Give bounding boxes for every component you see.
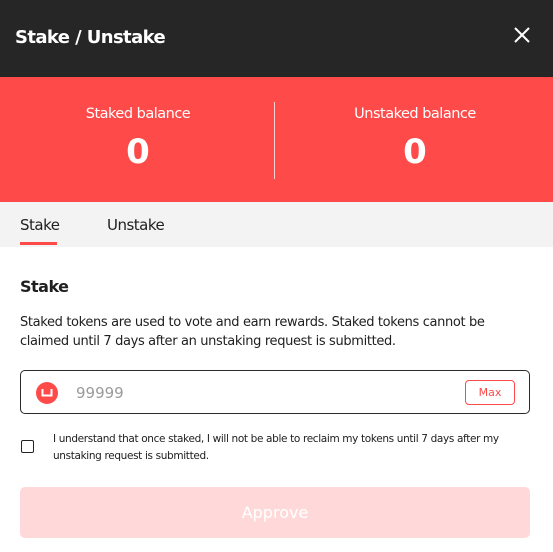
unstaked-balance-label: Unstaked balance xyxy=(354,106,476,122)
balance-divider xyxy=(274,102,275,179)
section-title: Stake xyxy=(20,277,69,296)
unstaked-balance-value: 0 xyxy=(403,132,427,172)
agreement-text: I understand that once staked, I will no… xyxy=(53,433,499,462)
staked-balance-label: Staked balance xyxy=(85,106,191,122)
tab-stake[interactable]: Stake xyxy=(20,216,60,234)
close-icon xyxy=(514,27,530,43)
tab-bar: Stake Unstake xyxy=(0,202,553,247)
staked-balance: Staked balance 0 xyxy=(0,77,276,202)
token-logo-icon xyxy=(36,382,58,404)
modal-header: Stake / Unstake xyxy=(0,0,553,77)
agreement-checkbox[interactable] xyxy=(21,440,34,453)
staked-balance-value: 0 xyxy=(126,132,150,172)
stake-description: Staked tokens are used to vote and earn … xyxy=(20,315,485,349)
amount-field: Max xyxy=(20,370,530,414)
max-button[interactable]: Max xyxy=(465,380,515,405)
modal-title: Stake / Unstake xyxy=(15,27,166,48)
close-button[interactable] xyxy=(506,21,538,49)
balances-panel: Staked balance 0 Unstaked balance 0 xyxy=(0,77,553,202)
amount-input[interactable] xyxy=(76,381,446,405)
active-tab-indicator xyxy=(20,242,57,245)
tab-unstake[interactable]: Unstake xyxy=(107,216,165,234)
approve-button[interactable]: Approve xyxy=(20,487,530,538)
unstaked-balance: Unstaked balance 0 xyxy=(277,77,553,202)
